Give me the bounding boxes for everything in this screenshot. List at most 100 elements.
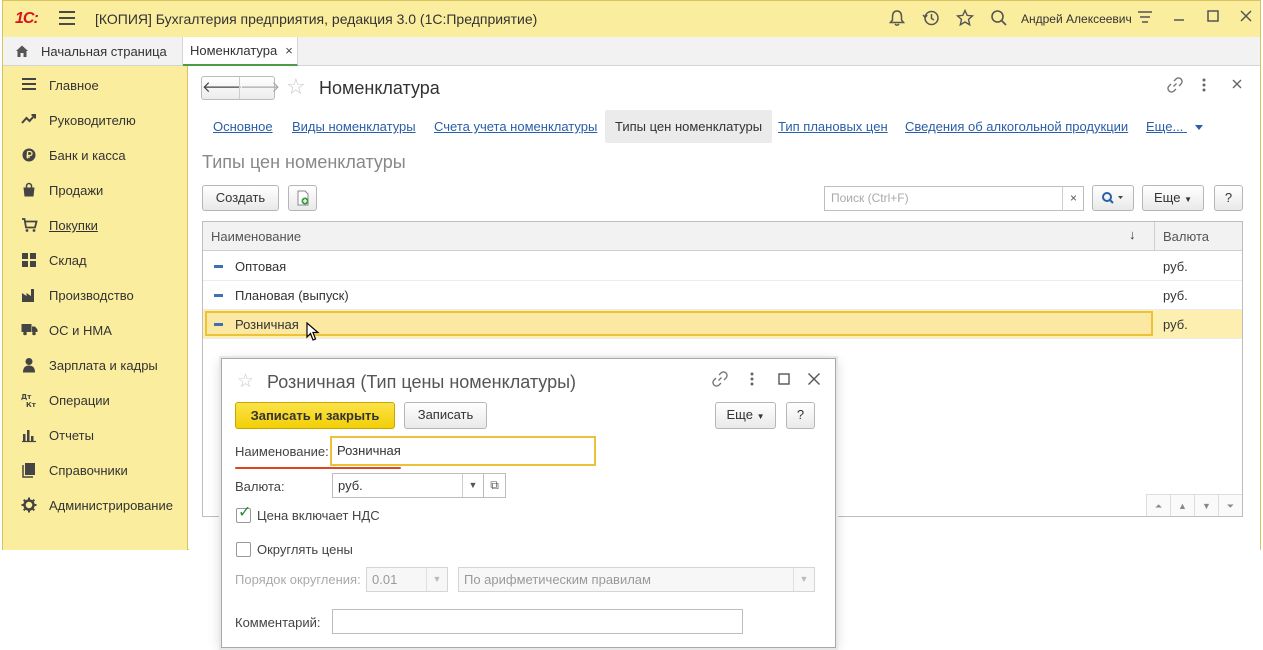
sidebar-item-label: ОС и НМА <box>49 323 112 338</box>
name-field[interactable]: Розничная <box>330 436 596 466</box>
maximize-icon[interactable] <box>1203 9 1223 29</box>
required-field-underline <box>235 467 401 469</box>
user-name[interactable]: Андрей Алексеевич <box>1021 12 1132 26</box>
link-icon[interactable] <box>712 371 728 391</box>
round-prices-label[interactable]: Округлять цены <box>257 542 353 557</box>
favorite-star-icon[interactable]: ☆ <box>286 75 306 99</box>
table-row[interactable]: Оптовая руб. <box>203 252 1242 281</box>
column-header-name[interactable]: Наименование <box>211 229 301 244</box>
dialog-help-button[interactable]: ? <box>786 402 815 429</box>
maximize-icon[interactable] <box>778 371 790 389</box>
more-vert-icon[interactable] <box>749 371 755 391</box>
settings-lines-icon[interactable] <box>1135 9 1155 29</box>
scroll-bottom-icon[interactable]: ⏷ <box>1218 494 1242 516</box>
sidebar-item-manager[interactable]: Руководителю <box>3 103 188 138</box>
section-more[interactable]: Еще... <box>1146 110 1203 143</box>
search-input[interactable]: Поиск (Ctrl+F) <box>824 186 1084 211</box>
section-price-types[interactable]: Типы цен номенклатуры <box>605 110 773 143</box>
cart-icon <box>20 217 38 235</box>
tab-close-icon[interactable]: × <box>285 43 293 58</box>
scroll-down-icon[interactable]: ▼ <box>1194 494 1218 516</box>
history-nav: 🡐 🡒 <box>201 76 280 100</box>
bell-icon[interactable] <box>887 9 907 29</box>
close-icon[interactable] <box>807 371 821 390</box>
sidebar-item-sales[interactable]: Продажи <box>3 173 188 208</box>
name-label: Наименование: <box>235 444 329 459</box>
form-title: Номенклатура <box>319 78 440 98</box>
row-currency: руб. <box>1163 317 1188 332</box>
sidebar-item-purchases[interactable]: Покупки <box>3 208 188 243</box>
round-prices-checkbox[interactable] <box>236 542 251 557</box>
back-button[interactable]: 🡐 <box>202 77 242 99</box>
chevron-down-icon[interactable]: ▼ <box>462 474 483 497</box>
sidebar-item-reports[interactable]: Отчеты <box>3 418 188 453</box>
open-currency-icon[interactable]: ⧉ <box>483 473 506 498</box>
sidebar-item-admin[interactable]: Администрирование <box>3 488 188 523</box>
sidebar-item-catalogs[interactable]: Справочники <box>3 453 188 488</box>
section-accounts[interactable]: Счета учета номенклатуры <box>434 110 597 143</box>
column-header-currency[interactable]: Валюта <box>1163 229 1209 244</box>
more-button[interactable]: Еще ▼ <box>1142 185 1204 211</box>
list-title: Типы цен номенклатуры <box>202 152 406 172</box>
dropdown-arrow-icon <box>1194 125 1203 131</box>
tab-home[interactable]: Начальная страница <box>3 37 183 65</box>
currency-select[interactable]: руб. ▼ <box>332 473 484 498</box>
close-icon[interactable] <box>1236 9 1256 29</box>
app-logo[interactable]: 1С: <box>15 10 39 28</box>
search-clear-button[interactable]: × <box>1062 186 1084 211</box>
sidebar-item-label: Продажи <box>49 183 104 198</box>
price-type-dialog: ☆ Розничная (Тип цены номенклатуры) Запи… <box>221 358 836 648</box>
rounding-order-label: Порядок округления: <box>235 572 361 587</box>
column-divider[interactable] <box>1154 222 1155 251</box>
more-vert-icon[interactable] <box>1201 77 1207 97</box>
favorites-icon[interactable] <box>955 8 975 29</box>
book-icon <box>20 462 38 480</box>
scroll-up-icon[interactable]: ▲ <box>1170 494 1194 516</box>
save-and-close-button[interactable]: Записать и закрыть <box>235 402 395 429</box>
history-icon[interactable] <box>921 9 941 29</box>
table-row-selected[interactable]: Розничная руб. <box>203 310 1242 339</box>
form-close-icon[interactable] <box>1231 77 1243 94</box>
rounding-order-select[interactable]: 0.01 ▼ <box>366 567 448 592</box>
sidebar-item-operations[interactable]: Дт Кт Операции <box>3 383 188 418</box>
comment-field[interactable] <box>332 609 743 634</box>
sidebar-item-production[interactable]: Производство <box>3 278 188 313</box>
section-main[interactable]: Основное <box>213 110 273 143</box>
forward-button[interactable]: 🡒 <box>239 77 280 99</box>
search-options-button[interactable] <box>1092 185 1134 211</box>
help-button[interactable]: ? <box>1214 185 1243 211</box>
vat-label[interactable]: Цена включает НДС <box>257 508 380 523</box>
rounding-rule-select[interactable]: По арифметическим правилам ▼ <box>458 567 815 592</box>
vat-checkbox[interactable]: ✓ <box>236 504 251 523</box>
sidebar-item-label: Главное <box>49 78 99 93</box>
main-menu-icon[interactable] <box>59 11 75 25</box>
app-title: [КОПИЯ] Бухгалтерия предприятия, редакци… <box>95 11 538 27</box>
sidebar-item-main[interactable]: Главное <box>3 68 188 103</box>
section-alcohol[interactable]: Сведения об алкогольной продукции <box>905 110 1128 143</box>
sidebar-item-warehouse[interactable]: Склад <box>3 243 188 278</box>
section-nomenclature-types[interactable]: Виды номенклатуры <box>292 110 416 143</box>
tab-nomenclature[interactable]: Номенклатура × <box>183 37 298 66</box>
link-icon[interactable] <box>1167 77 1183 97</box>
sidebar-item-payroll[interactable]: Зарплата и кадры <box>3 348 188 383</box>
rounding-rule-value: По арифметическим правилам <box>464 572 651 587</box>
sidebar-item-bank[interactable]: Банк и касса <box>3 138 188 173</box>
trend-icon <box>20 112 38 130</box>
chevron-down-icon[interactable]: ▼ <box>793 568 814 591</box>
sidebar-item-label: Производство <box>49 288 134 303</box>
factory-icon <box>20 287 38 305</box>
favorite-star-icon[interactable]: ☆ <box>237 370 254 393</box>
minimize-icon[interactable] <box>1169 9 1189 29</box>
create-button[interactable]: Создать <box>202 185 279 211</box>
chevron-down-icon[interactable]: ▼ <box>426 568 447 591</box>
search-icon[interactable] <box>989 9 1009 29</box>
copy-create-button[interactable] <box>288 185 317 211</box>
save-button[interactable]: Записать <box>404 402 487 429</box>
scroll-top-icon[interactable]: ⏶ <box>1146 494 1170 516</box>
section-planned-price[interactable]: Тип плановых цен <box>778 110 888 143</box>
dropdown-arrow-icon: ▼ <box>1184 195 1192 204</box>
item-marker-icon <box>214 323 223 326</box>
table-row[interactable]: Плановая (выпуск) руб. <box>203 281 1242 310</box>
dialog-more-button[interactable]: Еще ▼ <box>715 402 776 429</box>
sidebar-item-assets[interactable]: ОС и НМА <box>3 313 188 348</box>
